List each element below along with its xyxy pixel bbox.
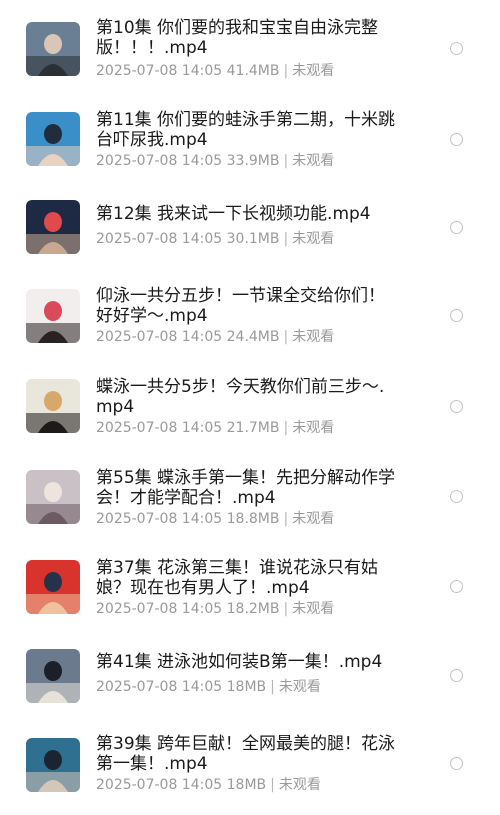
video-thumbnail xyxy=(26,560,80,614)
file-date: 2025-07-08 14:05 xyxy=(96,777,223,793)
file-size: 41.4MB xyxy=(226,63,280,79)
file-date: 2025-07-08 14:05 xyxy=(96,329,223,345)
file-title: 第41集 进泳池如何装B第一集！.mp4 xyxy=(96,652,383,672)
meta-divider: | xyxy=(283,63,289,79)
file-size: 18MB xyxy=(226,679,267,695)
select-radio[interactable] xyxy=(450,757,463,770)
video-thumbnail xyxy=(26,379,80,433)
file-meta: 2025-07-08 14:05 24.4MB | 未观看 xyxy=(96,328,436,346)
file-title: 仰泳一共分五步！一节课全交给你们！好好学～.mp4 xyxy=(96,286,385,326)
meta-divider: | xyxy=(283,420,289,436)
meta-divider: | xyxy=(270,679,275,695)
file-meta: 2025-07-08 14:05 21.7MB | 未观看 xyxy=(96,419,436,437)
file-size: 30.1MB xyxy=(226,231,280,247)
video-thumbnail xyxy=(26,200,80,254)
watch-status: 未观看 xyxy=(292,231,335,247)
meta-divider: | xyxy=(283,511,289,527)
file-title: 第37集 花泳第三集！谁说花泳只有姑娘？现在也有男人了！.mp4 xyxy=(96,558,379,598)
file-date: 2025-07-08 14:05 xyxy=(96,420,223,436)
select-radio[interactable] xyxy=(450,309,463,322)
select-radio[interactable] xyxy=(450,133,463,146)
file-title: 第11集 你们要的蛙泳手第二期，十米跳台吓尿我.mp4 xyxy=(96,110,396,150)
meta-divider: | xyxy=(283,329,289,345)
file-size: 33.9MB xyxy=(226,153,280,169)
file-date: 2025-07-08 14:05 xyxy=(96,231,223,247)
watch-status: 未观看 xyxy=(292,511,335,527)
file-date: 2025-07-08 14:05 xyxy=(96,601,223,617)
file-date: 2025-07-08 14:05 xyxy=(96,153,223,169)
file-size: 21.7MB xyxy=(226,420,280,436)
file-size: 18MB xyxy=(226,777,267,793)
watch-status: 未观看 xyxy=(278,777,321,793)
meta-divider: | xyxy=(283,601,289,617)
file-title: 第12集 我来试一下长视频功能.mp4 xyxy=(96,204,371,224)
select-radio[interactable] xyxy=(450,42,463,55)
video-thumbnail xyxy=(26,470,80,524)
file-title: 第10集 你们要的我和宝宝自由泳完整版！！！.mp4 xyxy=(96,18,379,58)
file-date: 2025-07-08 14:05 xyxy=(96,511,223,527)
select-radio[interactable] xyxy=(450,580,463,593)
file-meta: 2025-07-08 14:05 18MB | 未观看 xyxy=(96,776,436,794)
watch-status: 未观看 xyxy=(292,329,335,345)
meta-divider: | xyxy=(283,153,289,169)
video-thumbnail xyxy=(26,22,80,76)
select-radio[interactable] xyxy=(450,221,463,234)
watch-status: 未观看 xyxy=(292,420,335,436)
file-meta: 2025-07-08 14:05 30.1MB | 未观看 xyxy=(96,230,436,248)
file-title: 第55集 蝶泳手第一集！先把分解动作学会！才能学配合！.mp4 xyxy=(96,468,396,508)
file-title: 第39集 跨年巨献！全网最美的腿！花泳第一集！.mp4 xyxy=(96,734,396,774)
file-meta: 2025-07-08 14:05 18.2MB | 未观看 xyxy=(96,600,436,618)
file-size: 18.2MB xyxy=(226,601,280,617)
select-radio[interactable] xyxy=(450,490,463,503)
watch-status: 未观看 xyxy=(292,63,335,79)
select-radio[interactable] xyxy=(450,400,463,413)
video-file-list: 第10集 你们要的我和宝宝自由泳完整版！！！.mp4 2025-07-08 14:… xyxy=(0,0,500,815)
meta-divider: | xyxy=(283,231,289,247)
file-title: 蝶泳一共分5步！今天教你们前三步～.mp4 xyxy=(96,377,385,417)
file-meta: 2025-07-08 14:05 33.9MB | 未观看 xyxy=(96,152,436,170)
video-thumbnail xyxy=(26,289,80,343)
file-meta: 2025-07-08 14:05 18MB | 未观看 xyxy=(96,678,436,696)
watch-status: 未观看 xyxy=(278,679,321,695)
select-radio[interactable] xyxy=(450,669,463,682)
file-date: 2025-07-08 14:05 xyxy=(96,679,223,695)
video-thumbnail xyxy=(26,112,80,166)
watch-status: 未观看 xyxy=(292,601,335,617)
file-size: 24.4MB xyxy=(226,329,280,345)
file-size: 18.8MB xyxy=(226,511,280,527)
file-meta: 2025-07-08 14:05 18.8MB | 未观看 xyxy=(96,510,436,528)
watch-status: 未观看 xyxy=(292,153,335,169)
video-thumbnail xyxy=(26,738,80,792)
file-meta: 2025-07-08 14:05 41.4MB | 未观看 xyxy=(96,62,436,80)
meta-divider: | xyxy=(270,777,275,793)
file-date: 2025-07-08 14:05 xyxy=(96,63,223,79)
video-thumbnail xyxy=(26,649,80,703)
